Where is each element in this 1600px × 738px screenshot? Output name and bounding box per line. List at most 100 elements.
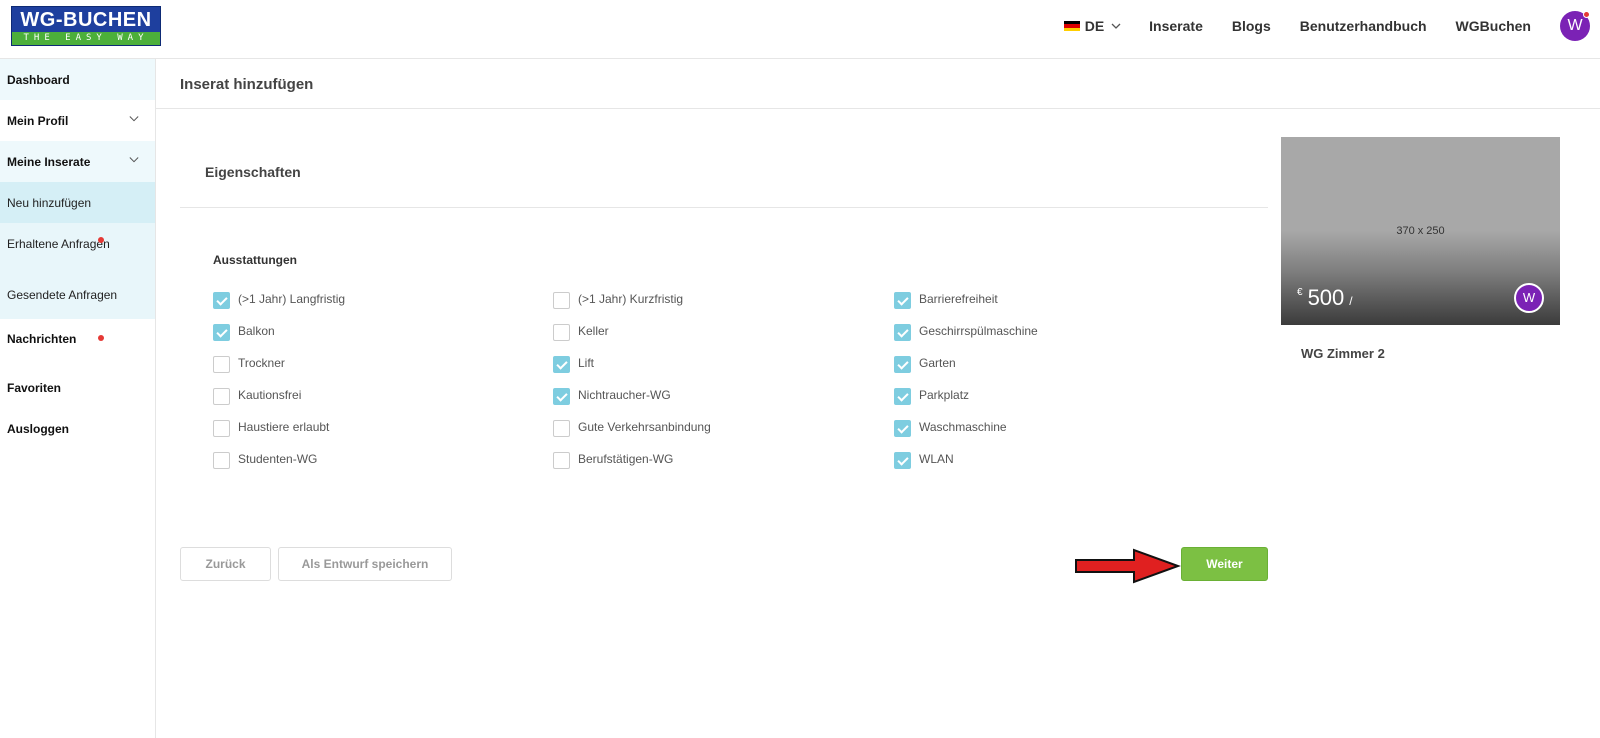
- annotation-arrow-icon: [1075, 548, 1181, 584]
- sidebar-item-label: Dashboard: [7, 72, 70, 87]
- amenity-checkbox[interactable]: Berufstätigen-WG: [553, 450, 674, 469]
- price-period: /: [1349, 294, 1353, 308]
- sidebar-item-label: Meine Inserate: [7, 154, 91, 169]
- amenity-label: Waschmaschine: [919, 419, 1007, 434]
- nav-benutzerhandbuch[interactable]: Benutzerhandbuch: [1300, 18, 1427, 34]
- checkbox-unchecked-icon[interactable]: [553, 292, 570, 309]
- amenity-label: Haustiere erlaubt: [238, 419, 330, 434]
- amenity-label: Berufstätigen-WG: [578, 451, 674, 466]
- amenity-checkbox[interactable]: Studenten-WG: [213, 450, 317, 469]
- nav-wgbuchen[interactable]: WGBuchen: [1456, 18, 1531, 34]
- notification-dot: [98, 335, 104, 341]
- amenity-checkbox[interactable]: (>1 Jahr) Kurzfristig: [553, 290, 684, 309]
- divider: [180, 207, 1268, 208]
- amenity-checkbox[interactable]: Geschirrspülmaschine: [894, 322, 1038, 341]
- amenity-checkbox[interactable]: Barrierefreiheit: [894, 290, 998, 309]
- checkbox-unchecked-icon[interactable]: [553, 324, 570, 341]
- amenity-checkbox[interactable]: Garten: [894, 354, 956, 373]
- back-button[interactable]: Zurück: [180, 547, 271, 581]
- avatar-initial: W: [1567, 17, 1583, 34]
- checkbox-unchecked-icon[interactable]: [213, 356, 230, 373]
- nav-blogs[interactable]: Blogs: [1232, 18, 1271, 34]
- amenity-label: (>1 Jahr) Langfristig: [238, 291, 346, 306]
- next-button[interactable]: Weiter: [1181, 547, 1268, 581]
- amenity-label: Keller: [578, 323, 609, 338]
- page-title: Inserat hinzufügen: [180, 76, 314, 93]
- checkbox-checked-icon[interactable]: [213, 324, 230, 341]
- checkbox-unchecked-icon[interactable]: [553, 420, 570, 437]
- amenity-label: Barrierefreiheit: [919, 291, 998, 306]
- amenity-checkbox[interactable]: Balkon: [213, 322, 275, 341]
- checkbox-unchecked-icon[interactable]: [213, 452, 230, 469]
- checkbox-checked-icon[interactable]: [894, 324, 911, 341]
- section-title: Eigenschaften: [205, 164, 301, 180]
- checkbox-checked-icon[interactable]: [553, 388, 570, 405]
- checkbox-unchecked-icon[interactable]: [553, 452, 570, 469]
- amenity-label: Lift: [578, 355, 595, 370]
- sidebar-item-label: Ausloggen: [7, 421, 69, 436]
- amenity-label: Garten: [919, 355, 956, 370]
- checkbox-checked-icon[interactable]: [894, 452, 911, 469]
- sidebar-item-mein-profil[interactable]: Mein Profil: [0, 100, 155, 141]
- checkbox-unchecked-icon[interactable]: [213, 420, 230, 437]
- listing-price: € 500 /: [1297, 285, 1353, 311]
- checkbox-checked-icon[interactable]: [553, 356, 570, 373]
- amenity-label: (>1 Jahr) Kurzfristig: [578, 291, 684, 306]
- save-draft-button[interactable]: Als Entwurf speichern: [278, 547, 452, 581]
- amenity-checkbox[interactable]: Waschmaschine: [894, 418, 1007, 437]
- amenity-checkbox[interactable]: Keller: [553, 322, 609, 341]
- nav-inserate[interactable]: Inserate: [1149, 18, 1203, 34]
- sidebar-item-label: Nachrichten: [7, 332, 77, 346]
- owner-avatar[interactable]: W: [1514, 283, 1544, 313]
- amenity-checkbox[interactable]: WLAN: [894, 450, 954, 469]
- listing-image[interactable]: 370 x 250 € 500 / W: [1281, 137, 1560, 325]
- checkbox-unchecked-icon[interactable]: [213, 388, 230, 405]
- amenity-checkbox[interactable]: Kautionsfrei: [213, 386, 301, 405]
- amenity-checkbox[interactable]: Nichtraucher-WG: [553, 386, 671, 405]
- divider: [156, 108, 1600, 109]
- sidebar-item-dashboard[interactable]: Dashboard: [0, 59, 155, 100]
- amenities-title: Ausstattungen: [213, 253, 297, 267]
- amenity-label: Gute Verkehrsanbindung: [578, 419, 711, 434]
- currency-symbol: €: [1297, 287, 1303, 298]
- language-label: DE: [1084, 18, 1105, 34]
- amenity-label: WLAN: [919, 451, 954, 466]
- price-value: 500: [1307, 285, 1345, 310]
- top-header: WG-BUCHEN THE EASY WAY DE Inserate Blogs…: [0, 0, 1600, 59]
- amenity-checkbox[interactable]: (>1 Jahr) Langfristig: [213, 290, 346, 309]
- chevron-down-icon: [129, 157, 139, 163]
- sidebar-item-meine-inserate[interactable]: Meine Inserate: [0, 141, 155, 182]
- chevron-down-icon: [1111, 23, 1121, 29]
- main-content: Inserat hinzufügen Eigenschaften Ausstat…: [156, 59, 1600, 738]
- wg-buchen-logo[interactable]: WG-BUCHEN THE EASY WAY: [11, 6, 161, 46]
- logo-tagline: THE EASY WAY: [12, 32, 160, 45]
- sidebar-item-nachrichten[interactable]: Nachrichten: [0, 319, 155, 359]
- sidebar-item-neu-hinzufuegen[interactable]: Neu hinzufügen: [0, 182, 155, 223]
- sidebar-item-gesendete-anfragen[interactable]: Gesendete Anfragen: [0, 271, 155, 319]
- image-placeholder-text: 370 x 250: [1396, 225, 1445, 237]
- sidebar-item-erhaltene-anfragen[interactable]: Erhaltene Anfragen: [0, 223, 155, 271]
- amenity-checkbox[interactable]: Lift: [553, 354, 595, 373]
- sidebar-item-ausloggen[interactable]: Ausloggen: [0, 408, 155, 449]
- checkbox-checked-icon[interactable]: [894, 420, 911, 437]
- checkbox-checked-icon[interactable]: [894, 388, 911, 405]
- sidebar-item-label: Gesendete Anfragen: [7, 288, 118, 302]
- language-selector[interactable]: DE: [1063, 18, 1121, 34]
- sidebar-item-favoriten[interactable]: Favoriten: [0, 367, 155, 408]
- notification-dot: [98, 237, 104, 243]
- notification-dot: [1583, 11, 1590, 18]
- checkbox-checked-icon[interactable]: [894, 356, 911, 373]
- amenity-checkbox[interactable]: Gute Verkehrsanbindung: [553, 418, 711, 437]
- amenity-checkbox[interactable]: Haustiere erlaubt: [213, 418, 330, 437]
- checkbox-checked-icon[interactable]: [894, 292, 911, 309]
- amenity-checkbox[interactable]: Trockner: [213, 354, 285, 373]
- user-avatar[interactable]: W: [1560, 11, 1590, 41]
- sidebar-item-label: Favoriten: [7, 380, 62, 395]
- amenity-label: Trockner: [238, 355, 285, 370]
- chevron-down-icon: [129, 116, 139, 122]
- checkbox-checked-icon[interactable]: [213, 292, 230, 309]
- listing-title[interactable]: WG Zimmer 2: [1301, 346, 1385, 361]
- amenity-label: Parkplatz: [919, 387, 970, 402]
- amenity-checkbox[interactable]: Parkplatz: [894, 386, 970, 405]
- amenity-label: Nichtraucher-WG: [578, 387, 671, 402]
